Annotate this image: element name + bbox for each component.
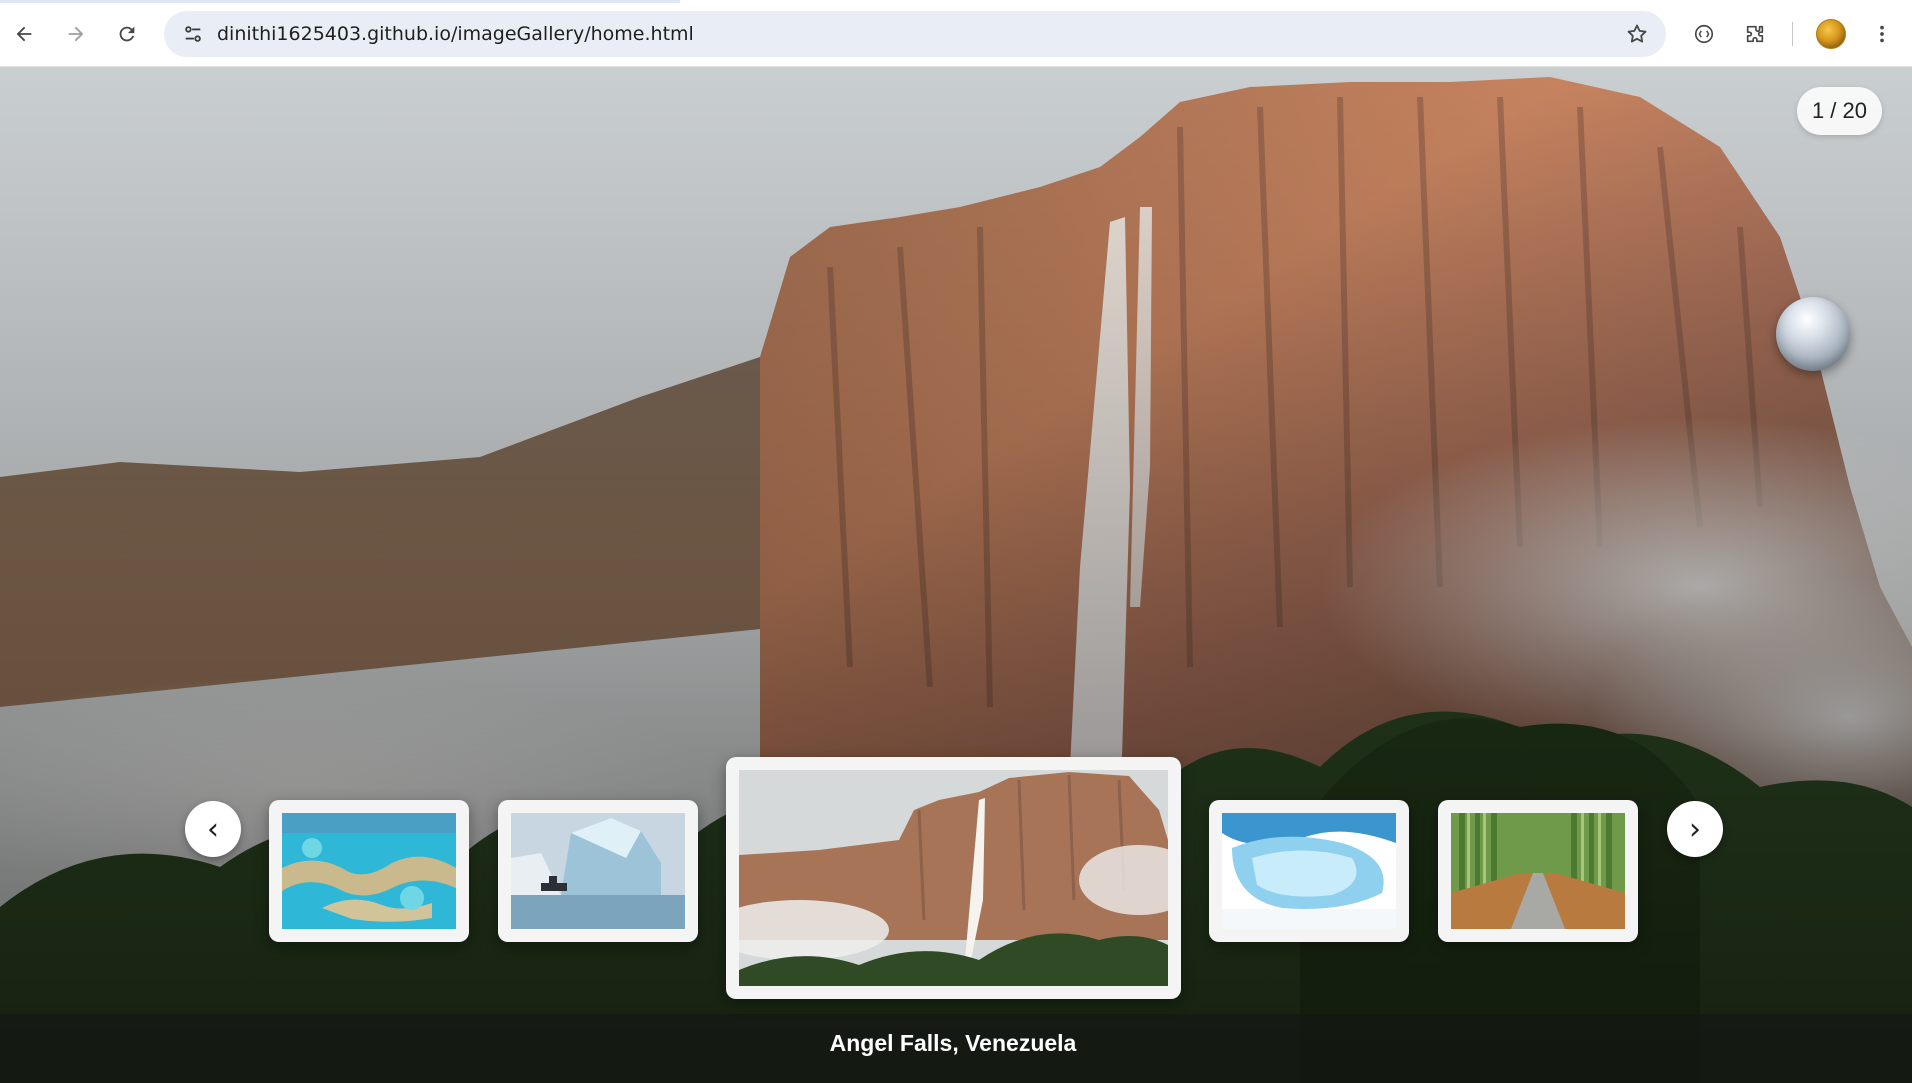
star-icon xyxy=(1627,24,1647,43)
toolbar-divider xyxy=(1792,22,1793,46)
profile-avatar[interactable] xyxy=(1816,19,1846,49)
iceberg-image xyxy=(511,813,685,929)
image-caption: Angel Falls, Venezuela xyxy=(829,1030,1077,1056)
reef-image xyxy=(282,813,456,929)
thumbnail-reef[interactable] xyxy=(269,800,469,942)
angel-falls-image xyxy=(739,770,1168,986)
extensions-button[interactable] xyxy=(1735,14,1775,54)
reload-button[interactable] xyxy=(107,14,147,54)
browser-menu-button[interactable] xyxy=(1862,14,1902,54)
thumbnail-bamboo-path[interactable] xyxy=(1438,800,1638,942)
thumbnail-angel-falls[interactable] xyxy=(726,757,1181,999)
browser-toolbar: dinithi1625403.github.io/imageGallery/ho… xyxy=(0,0,1912,67)
back-button[interactable] xyxy=(4,14,44,54)
tune-icon xyxy=(185,26,201,42)
arrow-right-icon xyxy=(68,26,84,42)
ice-cave-image xyxy=(1222,813,1396,929)
thumbnail-iceberg[interactable] xyxy=(498,800,698,942)
address-bar[interactable]: dinithi1625403.github.io/imageGallery/ho… xyxy=(164,11,1666,57)
image-counter: 1 / 20 xyxy=(1796,87,1882,135)
reading-mode-button[interactable] xyxy=(1684,14,1724,54)
gallery-page: 1 / 20 ‹ › Angel Falls, Venezuela xyxy=(0,67,1912,1083)
bamboo-path-image xyxy=(1451,813,1625,929)
reading-mode-icon xyxy=(1694,24,1714,44)
url-text[interactable]: dinithi1625403.github.io/imageGallery/ho… xyxy=(217,23,694,45)
glass-orb-decoration xyxy=(1776,297,1850,371)
puzzle-icon xyxy=(1746,25,1764,43)
forward-button[interactable] xyxy=(56,14,96,54)
bookmark-button[interactable] xyxy=(1618,15,1656,53)
site-info-button[interactable] xyxy=(174,15,212,53)
more-vert-icon xyxy=(1880,25,1884,43)
loading-indicator xyxy=(0,0,680,3)
thumbnail-ice-cave[interactable] xyxy=(1209,800,1409,942)
next-button[interactable]: › xyxy=(1667,801,1723,857)
prev-button[interactable]: ‹ xyxy=(185,801,241,857)
arrow-left-icon xyxy=(16,26,32,42)
reload-icon xyxy=(119,26,135,42)
